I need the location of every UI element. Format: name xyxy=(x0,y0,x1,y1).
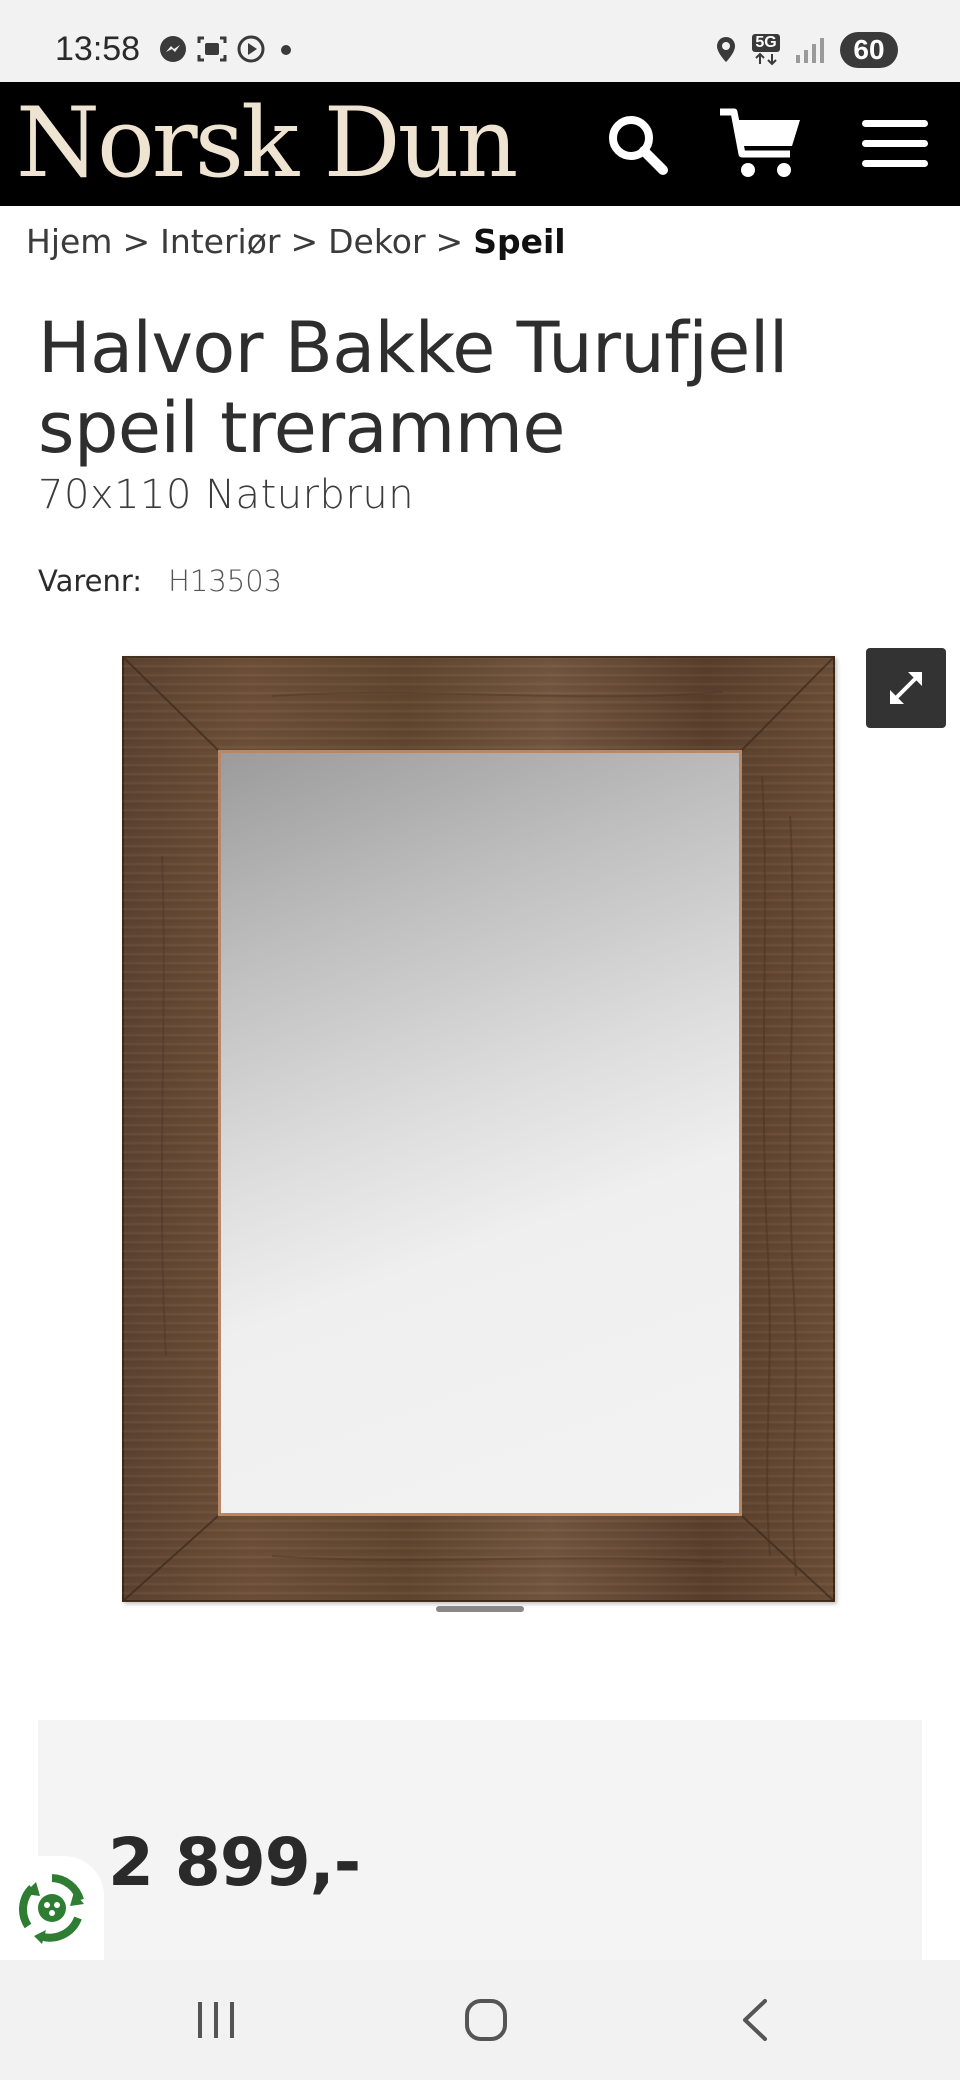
home-icon xyxy=(465,1999,507,2041)
recents-button[interactable] xyxy=(166,1980,266,2060)
home-button[interactable] xyxy=(436,1980,536,2060)
breadcrumb-item-interior[interactable]: Interiør xyxy=(160,222,280,261)
messenger-icon xyxy=(160,36,186,62)
status-icons-left xyxy=(158,34,298,64)
menu-icon xyxy=(862,120,928,167)
battery-icon: 60 xyxy=(840,32,898,68)
breadcrumb-separator: > xyxy=(122,222,151,261)
product-price: 2 899,- xyxy=(108,1824,361,1901)
system-nav-bar xyxy=(0,1960,960,2080)
recents-icon xyxy=(198,2002,234,2038)
network-label: 5G xyxy=(752,34,780,52)
breadcrumb-separator: > xyxy=(290,222,319,261)
status-bar: 13:58 5G 60 xyxy=(0,0,960,82)
product-title: Halvor Bakke Turufjell speil treramme xyxy=(38,307,788,469)
product-image[interactable] xyxy=(122,656,835,1602)
price-card: 2 899,- xyxy=(38,1720,922,1980)
5g-icon: 5G xyxy=(752,34,780,66)
back-icon xyxy=(743,1999,767,2041)
play-icon xyxy=(237,35,265,63)
breadcrumb-separator: > xyxy=(435,222,464,261)
eco-badge[interactable] xyxy=(0,1856,104,1960)
data-arrows-icon xyxy=(755,52,777,66)
search-button[interactable] xyxy=(594,102,680,186)
breadcrumb-current: Speil xyxy=(473,222,566,261)
menu-button[interactable] xyxy=(852,102,938,186)
screenshot-icon xyxy=(197,36,227,62)
sku-row: Varenr: H13503 xyxy=(38,564,282,598)
location-icon xyxy=(717,37,735,62)
search-icon xyxy=(609,116,668,175)
breadcrumb-item-dekor[interactable]: Dekor xyxy=(328,222,425,261)
recycle-icon xyxy=(19,1874,84,1944)
cart-button[interactable] xyxy=(718,102,804,186)
slide-indicator[interactable] xyxy=(436,1606,524,1612)
signal-icon xyxy=(796,38,824,63)
site-logo[interactable]: Norsk Dun xyxy=(16,88,518,198)
cart-icon xyxy=(720,108,800,177)
status-time: 13:58 xyxy=(55,30,141,68)
dot-icon xyxy=(281,45,291,55)
expand-icon xyxy=(890,672,922,704)
back-button[interactable] xyxy=(704,1980,804,2060)
site-header: Norsk Dun xyxy=(0,82,960,206)
sku-value: H13503 xyxy=(168,564,283,598)
product-subtitle: 70x110 Naturbrun xyxy=(38,472,415,518)
sku-label: Varenr: xyxy=(38,564,143,598)
breadcrumb-item-hjem[interactable]: Hjem xyxy=(26,222,112,261)
product-gallery[interactable] xyxy=(0,640,960,1620)
status-icons-right: 5G 60 xyxy=(714,32,898,68)
breadcrumb: Hjem > Interiør > Dekor > Speil xyxy=(26,222,566,261)
mirror-glass xyxy=(218,750,742,1516)
expand-button[interactable] xyxy=(866,648,946,728)
